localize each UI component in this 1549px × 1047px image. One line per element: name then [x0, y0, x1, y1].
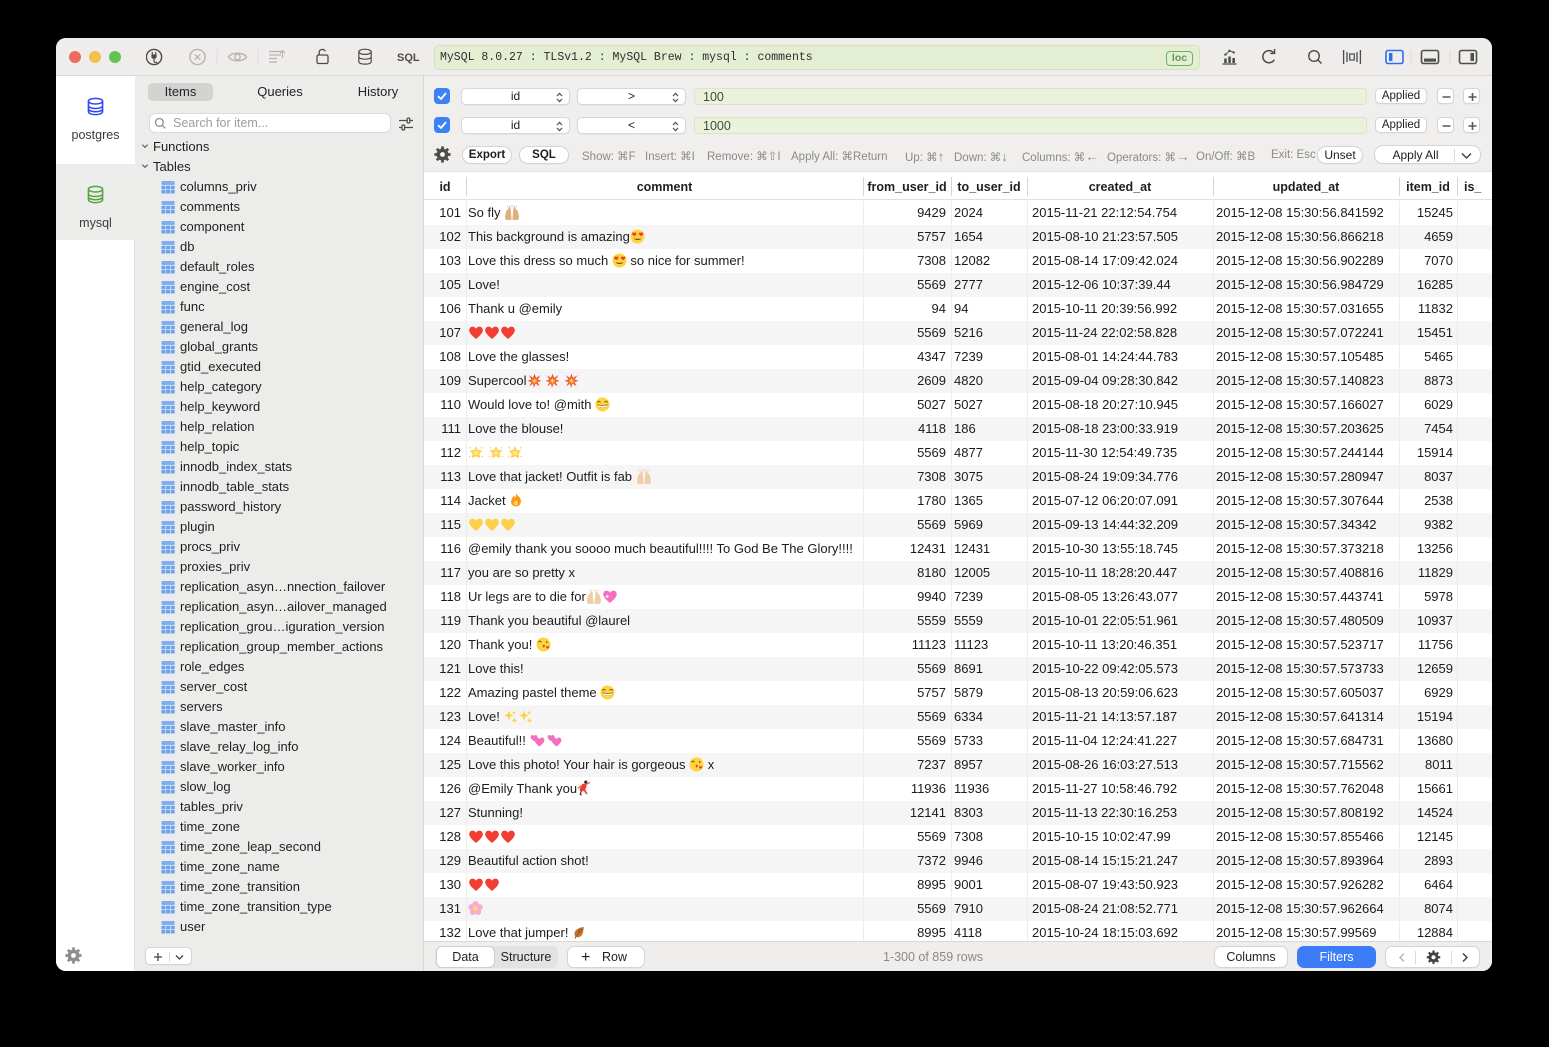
svg-text:SQL: SQL [397, 52, 420, 64]
